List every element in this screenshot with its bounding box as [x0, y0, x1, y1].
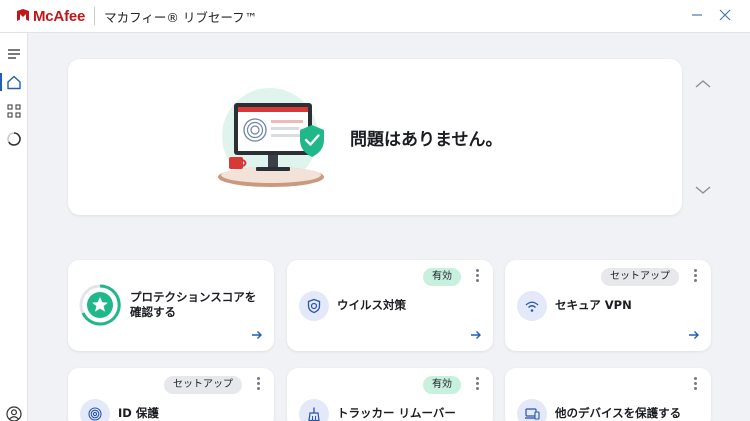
more-options-button[interactable] — [475, 377, 479, 391]
fingerprint-icon — [88, 407, 102, 421]
apps-grid-icon — [7, 104, 21, 118]
sidebar-item-home[interactable] — [0, 73, 23, 91]
brand-separator — [94, 7, 96, 25]
status-badge: セットアップ — [164, 376, 242, 394]
chevron-up-icon — [695, 80, 711, 88]
protected-monitor-illustration — [218, 88, 324, 187]
product-name: マカフィー® リブセーフ™ — [104, 9, 258, 25]
card-label: ウイルス対策 — [337, 298, 406, 312]
mcafee-logo-icon — [17, 9, 29, 21]
account-icon — [6, 406, 22, 421]
card-icon — [517, 291, 547, 321]
scroll-up-button[interactable] — [693, 77, 713, 91]
arrow-right-icon — [689, 331, 699, 339]
menu-icon — [8, 49, 20, 59]
menu-button[interactable] — [5, 45, 23, 63]
sidebar-item-account[interactable] — [5, 405, 23, 421]
shield-icon — [307, 298, 321, 314]
status-badge: 有効 — [423, 268, 461, 286]
card-icon — [517, 399, 547, 421]
broom-icon — [308, 407, 320, 421]
card-protection-score[interactable]: プロテクションスコアを 確認する — [68, 260, 274, 351]
sidebar-item-progress[interactable] — [5, 130, 23, 148]
card-tracker-remover[interactable]: 有効 トラッカー リムーバー — [287, 368, 493, 421]
status-badge: 有効 — [423, 376, 461, 394]
card-label: セキュア VPN — [555, 298, 632, 312]
more-options-button[interactable] — [693, 269, 697, 283]
status-card: 問題はありません。 — [68, 59, 682, 215]
title-bar: McAfee マカフィー® リブセーフ™ — [0, 0, 750, 33]
card-label: トラッカー リムーバー — [337, 406, 456, 420]
protection-score-ring-icon — [79, 284, 121, 326]
chevron-down-icon — [695, 186, 711, 194]
status-badge: セットアップ — [601, 268, 679, 286]
progress-icon — [7, 132, 21, 146]
brand: McAfee マカフィー® リブセーフ™ — [16, 7, 257, 26]
close-icon — [719, 9, 731, 21]
minimize-button[interactable] — [686, 4, 708, 26]
arrow-right-icon — [471, 331, 481, 339]
brand-name: McAfee — [33, 7, 86, 25]
card-label: プロテクションスコアを 確認する — [130, 290, 256, 320]
sidebar-item-apps[interactable] — [5, 102, 23, 120]
more-options-button[interactable] — [693, 377, 697, 391]
more-options-button[interactable] — [475, 269, 479, 283]
close-button[interactable] — [714, 4, 736, 26]
card-id-protection[interactable]: セットアップ ID 保護 — [68, 368, 274, 421]
card-label: ID 保護 — [118, 406, 159, 420]
card-icon — [80, 399, 110, 421]
home-icon — [7, 75, 21, 89]
card-icon — [299, 291, 329, 321]
card-protect-other-devices[interactable]: 他のデバイスを保護する — [505, 368, 711, 421]
card-label: 他のデバイスを保護する — [555, 406, 682, 420]
vpn-icon — [525, 301, 539, 312]
card-icon — [299, 399, 329, 421]
minimize-icon — [692, 14, 702, 16]
scroll-down-button[interactable] — [693, 183, 713, 197]
more-options-button[interactable] — [256, 377, 260, 391]
arrow-right-icon — [252, 331, 262, 339]
card-label-line: 確認する — [130, 305, 176, 319]
status-title: 問題はありません。 — [350, 130, 503, 150]
card-label-line: プロテクションスコアを — [130, 290, 257, 304]
card-antivirus[interactable]: 有効 ウイルス対策 — [287, 260, 493, 351]
devices-icon — [525, 408, 540, 420]
card-secure-vpn[interactable]: セットアップ セキュア VPN — [505, 260, 711, 351]
sidebar — [0, 33, 28, 421]
